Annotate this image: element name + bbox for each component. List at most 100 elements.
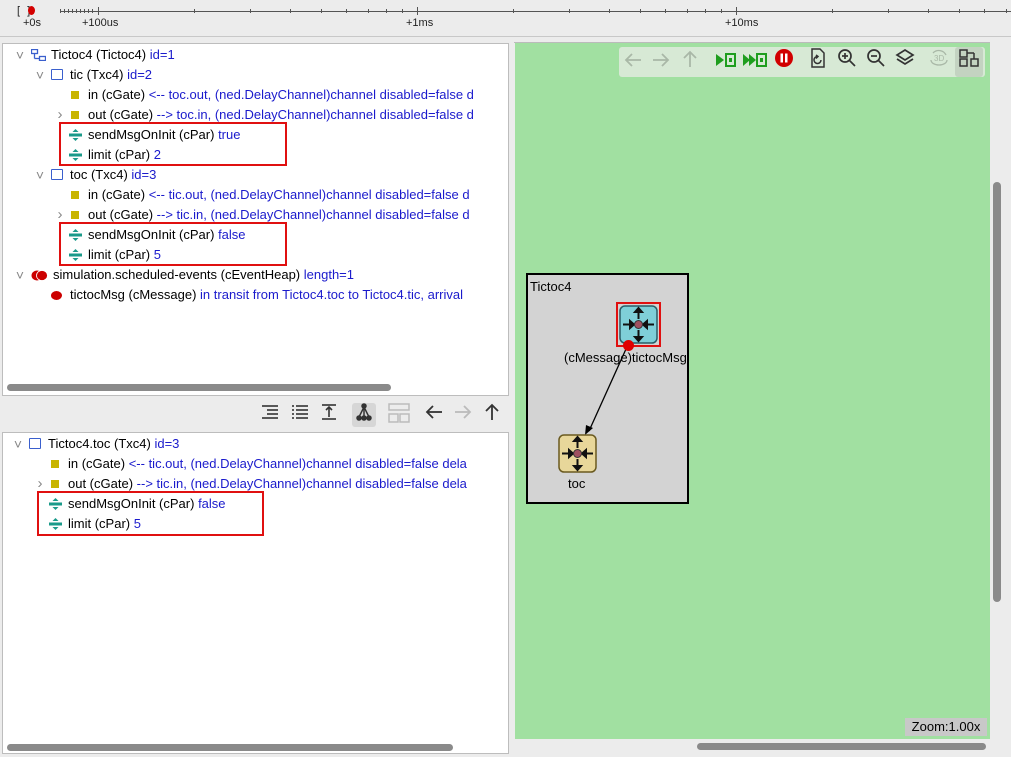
canvas-vscrollbar[interactable]	[993, 182, 1001, 602]
timeline-minor-tick	[609, 9, 610, 13]
zoom-indicator: Zoom:1.00x	[905, 718, 987, 736]
network-icon	[31, 49, 46, 61]
timeline-label-100us: +100us	[82, 17, 119, 29]
highlight-toc-params	[59, 222, 287, 266]
list-indent-icon[interactable]	[258, 403, 282, 427]
timeline-minor-tick	[290, 9, 291, 13]
timeline-minor-tick	[888, 9, 889, 13]
inspector-hscrollbar[interactable]	[7, 744, 453, 751]
timeline-minor-tick	[721, 9, 722, 13]
tree-info: <-- tic.out, (ned.DelayChannel)channel d…	[148, 187, 470, 202]
tree-info: --> tic.in, (ned.DelayChannel)channel di…	[156, 207, 470, 222]
tree-info: id=3	[131, 167, 157, 182]
tree-info: length=1	[303, 267, 355, 282]
message-icon	[51, 291, 62, 300]
tree-info: in transit from Tictoc4.toc to Tictoc4.t…	[200, 287, 464, 302]
object-tree-panel[interactable]: Tictoc4 (Tictoc4) id=1 ˅ tic (Txc4) id=2 ˅ i…	[2, 43, 509, 396]
module-icon	[51, 69, 63, 80]
timeline-minor-tick	[984, 9, 985, 13]
timeline-minor-tick	[64, 9, 65, 13]
timeline-minor-tick	[72, 9, 73, 13]
back-arrow-icon[interactable]	[422, 403, 446, 427]
tree-info: <-- toc.out, (ned.DelayChannel)channel d…	[148, 87, 474, 102]
timeline-minor-tick	[705, 9, 706, 13]
timeline-minor-tick	[194, 9, 195, 13]
tree-view-icon[interactable]	[352, 403, 376, 427]
expand-arrow-icon[interactable]: ˅	[14, 265, 26, 285]
timeline-minor-tick	[386, 9, 387, 13]
expand-arrow-icon[interactable]: ˅	[34, 65, 46, 85]
tree-name: out (cGate)	[88, 207, 154, 222]
timeline-minor-tick	[640, 9, 641, 13]
tree-row-scheduled-events[interactable]: simulation.scheduled-events (cEventHeap)…	[31, 265, 508, 285]
timeline-label-10ms: +10ms	[725, 17, 759, 29]
timeline-major-tick	[98, 7, 99, 15]
expand-arrow-icon[interactable]: ˅	[34, 165, 46, 185]
timeline-minor-tick	[832, 9, 833, 13]
tree-row-toc[interactable]: toc (Txc4) id=3	[51, 165, 508, 185]
timeline[interactable]: [ ] +0s +100us +1ms +10ms	[0, 0, 1011, 37]
timeline-major-tick	[736, 7, 737, 15]
object-inspector-panel[interactable]: Tictoc4.toc (Txc4) id=3 ˅ in (cGate) <-- t…	[2, 432, 509, 754]
tree-info: id=1	[149, 47, 175, 62]
tree-row-tictocmsg[interactable]: tictocMsg (cMessage) in transit from Tic…	[51, 285, 508, 305]
network-connections	[585, 348, 627, 435]
tic-node-icon[interactable]	[619, 305, 658, 344]
gate-icon	[51, 460, 59, 468]
tree-name: tic (Txc4)	[70, 67, 124, 82]
tree-row-tictoc4[interactable]: Tictoc4 (Tictoc4) id=1	[31, 45, 508, 65]
timeline-minor-tick	[569, 9, 570, 13]
timeline-minor-tick	[76, 9, 77, 13]
tree-name: tictocMsg (cMessage)	[70, 287, 197, 302]
timeline-minor-tick	[92, 9, 93, 13]
up-arrow-icon[interactable]	[480, 403, 504, 427]
inspector-info: --> tic.in, (ned.DelayChannel)channel di…	[136, 476, 467, 491]
highlight-inspector-params	[37, 491, 264, 536]
timeline-minor-tick	[959, 9, 960, 13]
timeline-axis	[60, 11, 1011, 12]
timeline-minor-tick	[346, 9, 347, 13]
toc-node-icon[interactable]	[558, 434, 597, 473]
tree-name: in (cGate)	[88, 87, 146, 102]
timeline-minor-tick	[68, 9, 69, 13]
inheritance-view-icon[interactable]	[317, 403, 341, 427]
highlight-tic-params	[59, 122, 287, 166]
object-tree-hscrollbar[interactable]	[7, 384, 391, 391]
gate-icon	[71, 91, 79, 99]
timeline-minor-tick	[84, 9, 85, 13]
forward-arrow-icon	[451, 403, 475, 427]
grouped-view-icon	[387, 403, 411, 427]
timeline-minor-tick	[88, 9, 89, 13]
inspector-row-in[interactable]: in (cGate) <-- tic.out, (ned.DelayChanne…	[51, 454, 508, 474]
list-view-icon[interactable]	[288, 403, 312, 427]
timeline-minor-tick	[250, 9, 251, 13]
expand-arrow-icon[interactable]: ˅	[14, 45, 26, 65]
inspector-name: in (cGate)	[68, 456, 126, 471]
inspector-name: Tictoc4.toc (Txc4)	[48, 436, 151, 451]
timeline-minor-tick	[402, 9, 403, 13]
timeline-minor-tick	[687, 9, 688, 13]
event-heap-icon	[31, 270, 48, 281]
tree-info: --> toc.in, (ned.DelayChannel)channel di…	[156, 107, 474, 122]
tree-name: Tictoc4 (Tictoc4)	[51, 47, 147, 62]
inspector-info: id=3	[154, 436, 180, 451]
toc-node-label: toc	[568, 476, 586, 491]
timeline-minor-tick	[513, 9, 514, 13]
tree-name: toc (Txc4)	[70, 167, 128, 182]
timeline-label-0: +0s	[23, 17, 42, 29]
canvas-hscrollbar[interactable]	[697, 743, 986, 750]
tree-row-tic[interactable]: tic (Txc4) id=2	[51, 65, 508, 85]
expand-arrow-icon[interactable]: ˅	[12, 434, 24, 454]
tree-name: simulation.scheduled-events (cEventHeap)	[53, 267, 301, 282]
tree-info: id=2	[127, 67, 153, 82]
tree-row-toc-in[interactable]: in (cGate) <-- tic.out, (ned.DelayChanne…	[71, 185, 508, 205]
timeline-minor-tick	[368, 9, 369, 13]
current-event-marker	[28, 6, 35, 15]
tree-row-tic-in[interactable]: in (cGate) <-- toc.out, (ned.DelayChanne…	[71, 85, 508, 105]
timeline-minor-tick	[321, 9, 322, 13]
timeline-minor-tick	[665, 9, 666, 13]
inspector-info: <-- tic.out, (ned.DelayChannel)channel d…	[128, 456, 467, 471]
module-icon	[29, 438, 41, 449]
inspector-row-toc[interactable]: Tictoc4.toc (Txc4) id=3	[29, 434, 508, 454]
timeline-minor-tick	[60, 9, 61, 13]
